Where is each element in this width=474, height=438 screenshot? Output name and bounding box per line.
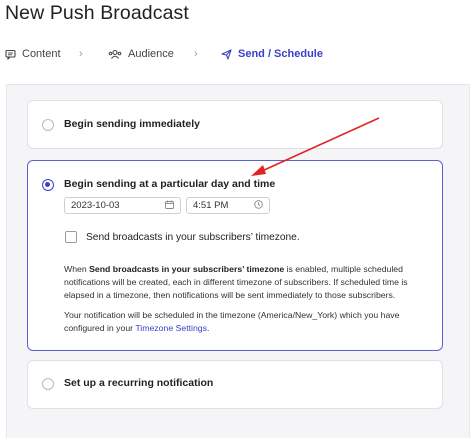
radio-send-immediately[interactable] [42,119,54,131]
option-send-immediately[interactable]: Begin sending immediately [27,100,443,149]
date-value: 2023-10-03 [71,200,120,211]
wizard-steps: Content › Audience › Send / Schedule [0,48,474,66]
calendar-icon[interactable] [165,200,174,212]
date-input[interactable]: 2023-10-03 [64,197,181,214]
option-label: Set up a recurring notification [64,377,214,389]
content-icon [5,49,16,60]
clock-icon[interactable] [254,199,263,212]
step-audience[interactable]: Audience [108,48,174,60]
step-audience-label: Audience [128,48,174,60]
time-value: 4:51 PM [193,200,229,211]
step-content[interactable]: Content [5,48,61,60]
timezone-settings-note: Your notification will be scheduled in t… [64,309,414,335]
option-recurring-notification[interactable]: Set up a recurring notification [27,360,443,409]
radio-recurring-notification[interactable] [42,378,54,390]
note-text: When [64,264,90,274]
option-label: Begin sending at a particular day and ti… [64,178,276,190]
send-icon [221,48,232,60]
radio-schedule-day-time[interactable] [42,179,54,191]
timezone-checkbox[interactable] [65,231,77,243]
note-text: Your notification will be scheduled in t… [64,310,400,333]
page-title: New Push Broadcast [5,2,189,24]
chevron-right-icon: › [79,48,83,60]
time-input[interactable]: 4:51 PM [186,197,270,214]
audience-icon [108,49,122,60]
timezone-settings-link[interactable]: Timezone Settings [135,323,207,333]
step-send-schedule-label: Send / Schedule [238,48,323,60]
timezone-info-note: When Send broadcasts in your subscribers… [64,263,414,302]
note-text: . [206,323,210,333]
step-content-label: Content [22,48,61,60]
note-bold-text: Send broadcasts in your subscribers’ tim… [89,264,285,274]
timezone-checkbox-label: Send broadcasts in your subscribers’ tim… [86,232,300,243]
step-send-schedule[interactable]: Send / Schedule [221,48,323,60]
chevron-right-icon: › [194,48,198,60]
option-label: Begin sending immediately [64,118,200,130]
option-schedule-day-time[interactable]: Begin sending at a particular day and ti… [27,160,443,351]
